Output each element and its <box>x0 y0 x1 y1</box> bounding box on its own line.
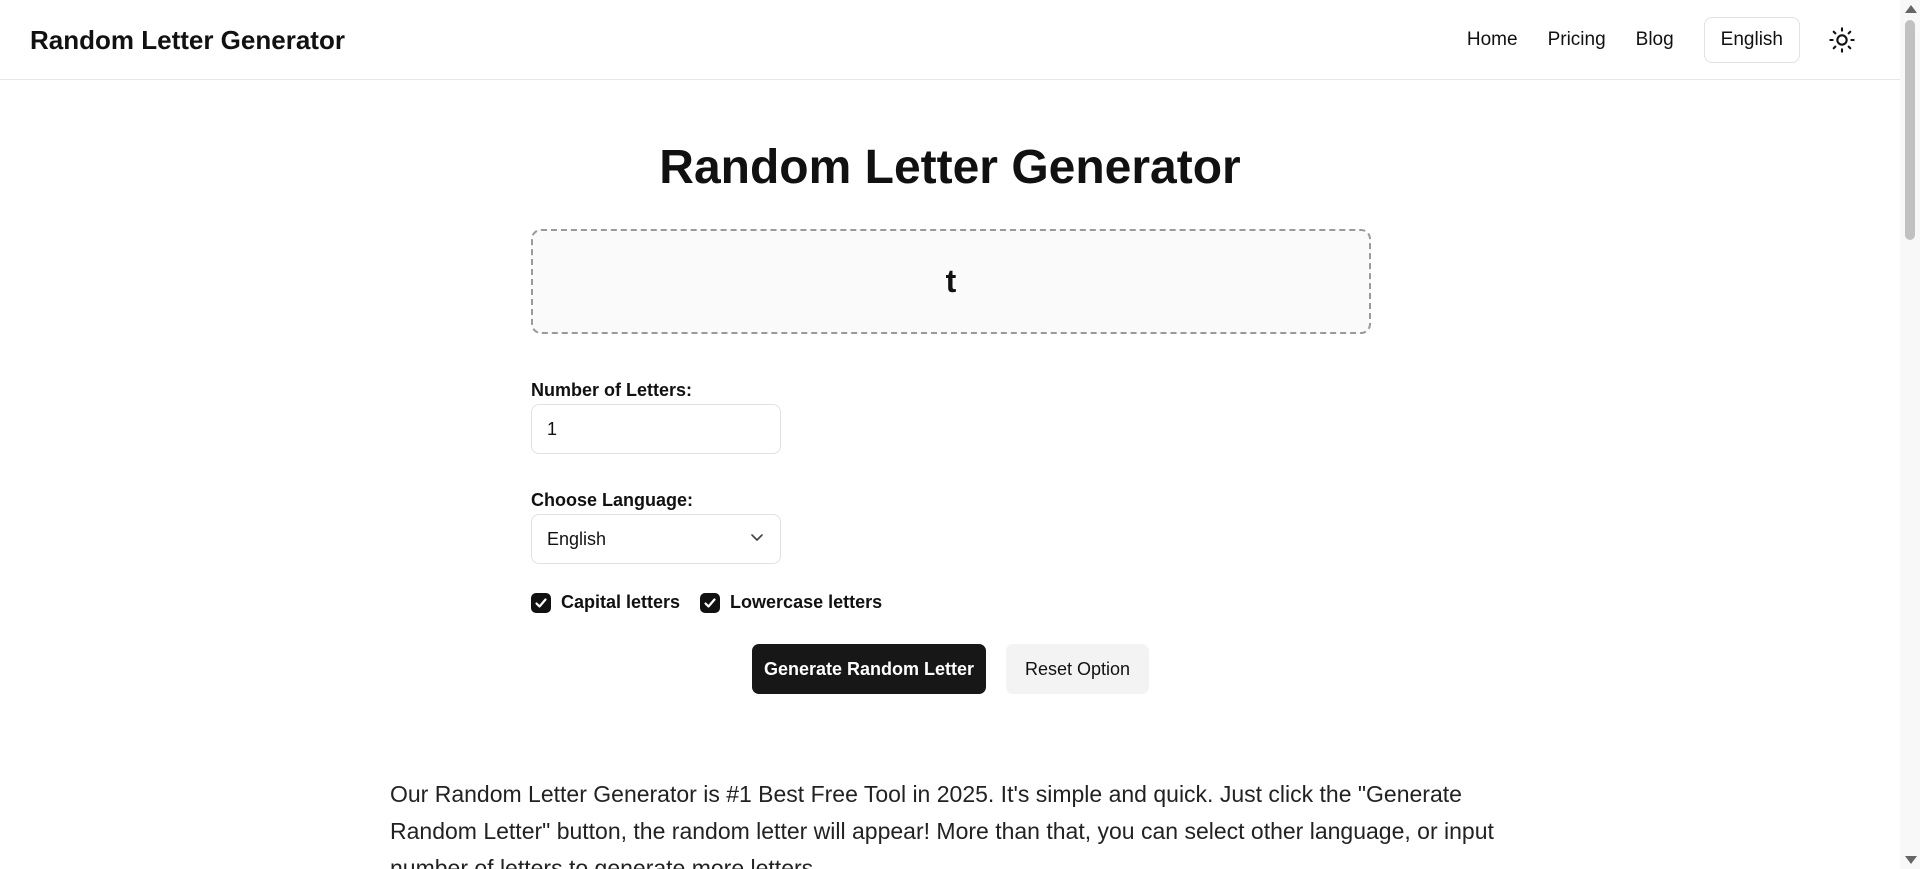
generated-letter: t <box>945 263 957 299</box>
scroll-down-arrow-icon[interactable] <box>1905 856 1917 864</box>
chevron-down-icon <box>749 529 765 550</box>
nav-blog-link[interactable]: Blog <box>1636 29 1674 51</box>
brand-logo-text[interactable]: Random Letter Generator <box>30 25 345 56</box>
letter-case-options: Capital letters Lowercase letters <box>531 592 902 613</box>
number-of-letters-label: Number of Letters: <box>531 380 693 400</box>
language-select[interactable]: English <box>531 514 781 564</box>
nav-pricing-link[interactable]: Pricing <box>1548 29 1606 51</box>
page-title: Random Letter Generator <box>659 141 1241 194</box>
generate-random-letter-button[interactable]: Generate Random Letter <box>752 644 986 694</box>
capital-letters-checkbox[interactable]: Capital letters <box>531 592 680 613</box>
language-switcher-label: English <box>1720 29 1783 50</box>
sun-icon[interactable] <box>1828 26 1856 54</box>
checkmark-icon <box>700 592 721 613</box>
generated-letter-output: t <box>531 229 1371 334</box>
checkmark-icon <box>531 592 551 613</box>
reset-option-button[interactable]: Reset Option <box>1006 644 1149 694</box>
choose-language-label: Choose Language: <box>531 490 694 510</box>
scroll-up-arrow-icon[interactable] <box>1905 5 1917 13</box>
scrollbar-thumb[interactable] <box>1905 20 1915 240</box>
nav-home-link[interactable]: Home <box>1467 29 1518 51</box>
lowercase-letters-label: Lowercase letters <box>730 592 883 612</box>
lowercase-letters-checkbox[interactable]: Lowercase letters <box>700 592 882 613</box>
main-nav: Home Pricing Blog English <box>1467 17 1855 63</box>
page-scrollbar[interactable] <box>1900 0 1920 869</box>
language-switcher-button[interactable]: English <box>1703 17 1800 63</box>
number-of-letters-input[interactable] <box>531 404 781 454</box>
site-header: Random Letter Generator Home Pricing Blo… <box>0 0 1900 80</box>
intro-description: Our Random Letter Generator is #1 Best F… <box>390 781 1494 869</box>
capital-letters-label: Capital letters <box>561 592 681 612</box>
language-select-value: English <box>547 528 607 549</box>
